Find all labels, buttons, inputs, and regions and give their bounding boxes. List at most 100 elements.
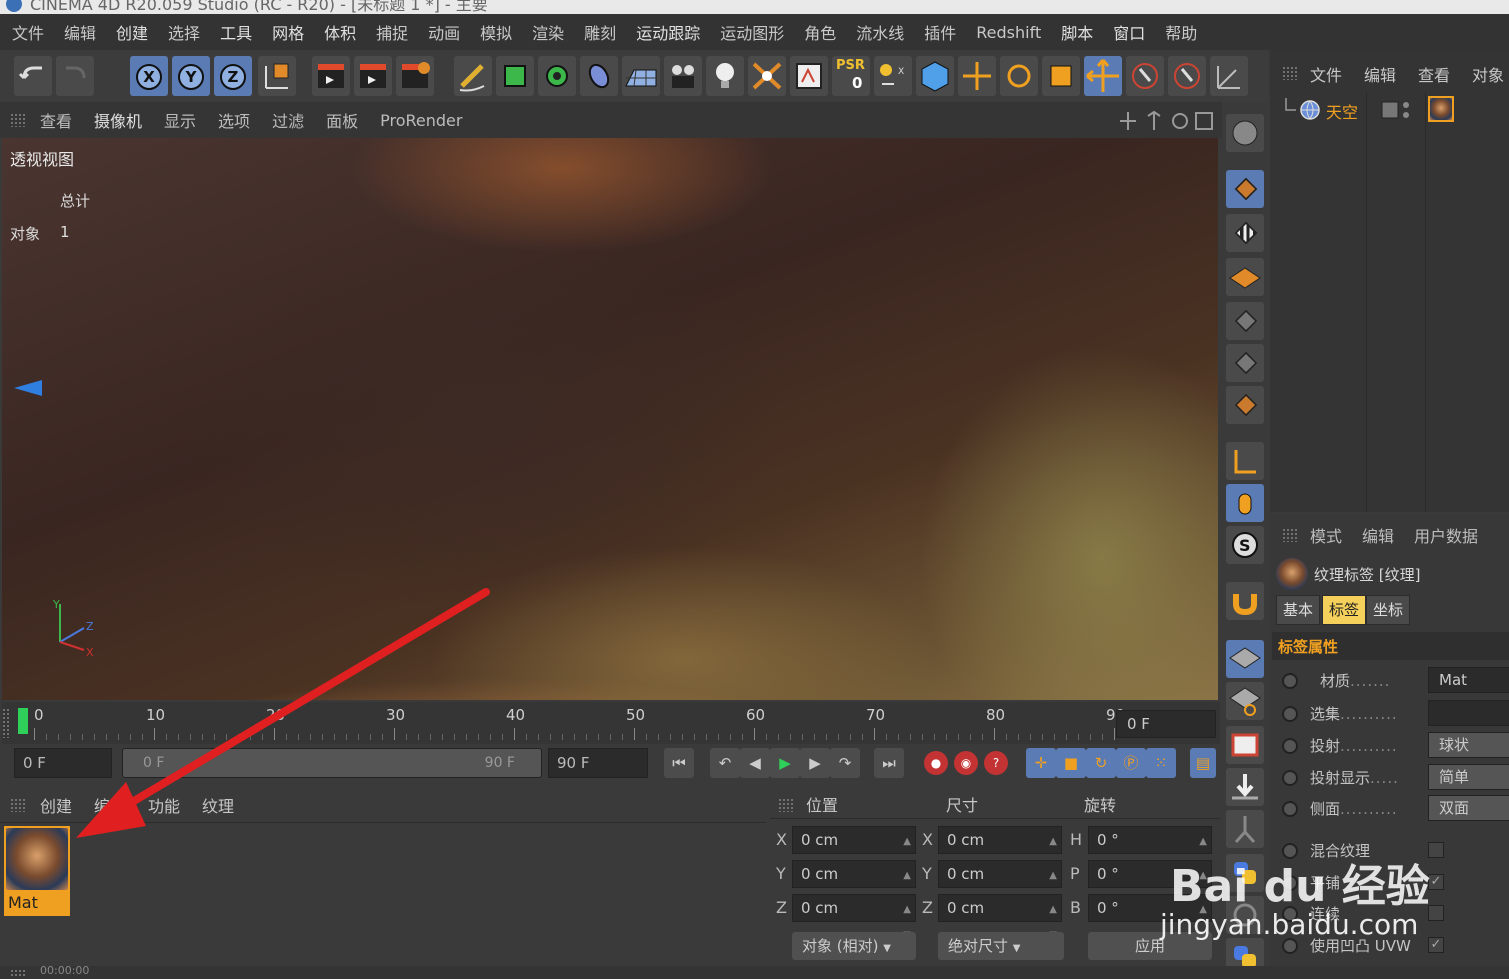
zoom-view-icon[interactable] bbox=[1147, 110, 1161, 130]
mat-menu-edit[interactable]: 编辑 bbox=[94, 793, 126, 817]
tile-checkbox[interactable]: ✓ bbox=[1428, 874, 1444, 890]
viewport[interactable] bbox=[2, 138, 1218, 700]
menu-redshift[interactable]: Redshift bbox=[976, 23, 1041, 42]
visibility-toggle-icon[interactable] bbox=[1380, 98, 1420, 122]
object-row-sky[interactable] bbox=[1280, 96, 1509, 122]
menu-select[interactable]: 选择 bbox=[168, 20, 200, 44]
projection-display-dropdown[interactable]: 简单 bbox=[1428, 764, 1509, 790]
render-view-button[interactable] bbox=[312, 56, 350, 96]
display-cube-button[interactable] bbox=[916, 56, 954, 96]
menu-mograph[interactable]: 运动图形 bbox=[720, 20, 784, 44]
viewport-menu-camera[interactable]: 摄像机 bbox=[94, 108, 142, 132]
cloner-button[interactable] bbox=[538, 56, 576, 96]
material-thumbnail[interactable] bbox=[6, 828, 68, 890]
menu-script[interactable]: 脚本 bbox=[1061, 20, 1093, 44]
previous-key-button[interactable]: ↶ bbox=[710, 748, 740, 778]
range-slider[interactable]: 0 F 90 F bbox=[122, 748, 542, 778]
rotate-tool-button[interactable] bbox=[1000, 56, 1038, 96]
tweak-mode-button[interactable] bbox=[1226, 484, 1264, 522]
axis-x-button[interactable]: X bbox=[130, 56, 168, 96]
snap-button[interactable]: X bbox=[874, 56, 912, 96]
size-z-field[interactable]: 0 cm▲▼ bbox=[938, 894, 1062, 941]
menu-motion-tracking[interactable]: 运动跟踪 bbox=[636, 20, 700, 44]
end-frame-field[interactable]: 90 F bbox=[548, 748, 648, 778]
viewport-grip-icon[interactable] bbox=[10, 113, 26, 127]
play-button[interactable]: ▶ bbox=[770, 748, 800, 778]
attr-menu-mode[interactable]: 模式 bbox=[1310, 523, 1342, 547]
object-menu-view[interactable]: 查看 bbox=[1418, 62, 1450, 86]
camera-button[interactable] bbox=[664, 56, 702, 96]
menu-animate[interactable]: 动画 bbox=[428, 20, 460, 44]
coord-mode-dropdown[interactable]: 对象 (相对) ▼ bbox=[792, 932, 916, 960]
render-picture-viewer-button[interactable] bbox=[354, 56, 392, 96]
menu-volume[interactable]: 体积 bbox=[324, 20, 356, 44]
use-bump-uvw-checkbox[interactable]: ✓ bbox=[1428, 937, 1444, 953]
menu-file[interactable]: 文件 bbox=[12, 20, 44, 44]
tab-tag[interactable]: 标签 bbox=[1322, 595, 1367, 625]
viewport-menu-panel[interactable]: 面板 bbox=[326, 108, 358, 132]
psr-button[interactable]: PSR 0 bbox=[832, 56, 870, 96]
timeline-ruler[interactable]: 0102030405060708090 bbox=[16, 706, 1125, 742]
drop-to-floor-button[interactable] bbox=[1226, 768, 1264, 806]
start-frame-field[interactable]: 0 F bbox=[14, 748, 112, 778]
selection-field[interactable] bbox=[1428, 700, 1509, 726]
coordinate-manager-grip-icon[interactable] bbox=[778, 798, 794, 812]
object-name[interactable]: 天空 bbox=[1326, 99, 1358, 123]
menu-plugins[interactable]: 插件 bbox=[924, 20, 956, 44]
auto-key-button[interactable]: ◉ bbox=[954, 751, 978, 775]
render-settings-button[interactable] bbox=[396, 56, 434, 96]
key-parameter-button[interactable]: Ⓟ bbox=[1116, 748, 1146, 778]
menu-create[interactable]: 创建 bbox=[116, 20, 148, 44]
projection-dropdown[interactable]: 球状 bbox=[1428, 732, 1509, 758]
viewport-menu-display[interactable]: 显示 bbox=[164, 108, 196, 132]
menu-edit[interactable]: 编辑 bbox=[64, 20, 96, 44]
key-position-button[interactable]: ✛ bbox=[1026, 748, 1056, 778]
go-to-start-button[interactable]: ⏮ bbox=[664, 748, 694, 778]
move-tool-button[interactable] bbox=[958, 56, 996, 96]
tab-basic[interactable]: 基本 bbox=[1276, 595, 1321, 625]
menu-mesh[interactable]: 网格 bbox=[272, 20, 304, 44]
record-button[interactable]: ● bbox=[924, 751, 948, 775]
viewport-menu-options[interactable]: 选项 bbox=[218, 108, 250, 132]
size-y-field[interactable]: 0 cm▲▼ bbox=[938, 860, 1062, 907]
timeline-grip-icon[interactable] bbox=[2, 708, 10, 738]
pos-z-field[interactable]: 0 cm▲▼ bbox=[792, 894, 916, 941]
attr-menu-user-data[interactable]: 用户数据 bbox=[1414, 523, 1478, 547]
timeline-menu-button[interactable]: ▤ bbox=[1190, 748, 1216, 778]
next-frame-button[interactable]: ▶ bbox=[800, 748, 830, 778]
live-select-button[interactable] bbox=[1126, 56, 1164, 96]
grid-rotate-button[interactable] bbox=[1226, 682, 1264, 720]
solo-mode-button[interactable]: S bbox=[1226, 526, 1264, 564]
go-to-end-button[interactable]: ⏭ bbox=[874, 748, 904, 778]
pos-x-field[interactable]: 0 cm▲▼ bbox=[792, 826, 916, 873]
move-view-icon[interactable] bbox=[1120, 112, 1136, 130]
object-menu-objects[interactable]: 对象 bbox=[1472, 62, 1504, 86]
menu-help[interactable]: 帮助 bbox=[1165, 20, 1197, 44]
mat-menu-create[interactable]: 创建 bbox=[40, 793, 72, 817]
viewport-menu-filter[interactable]: 过滤 bbox=[272, 108, 304, 132]
key-rotation-button[interactable]: ↻ bbox=[1086, 748, 1116, 778]
animate-radio[interactable] bbox=[1282, 673, 1298, 689]
material-name[interactable]: Mat bbox=[8, 893, 38, 912]
menu-snap[interactable]: 捕捉 bbox=[376, 20, 408, 44]
axis-z-button[interactable]: Z bbox=[214, 56, 252, 96]
menu-tools[interactable]: 工具 bbox=[220, 20, 252, 44]
animate-radio[interactable] bbox=[1282, 706, 1298, 722]
rotate-view-icon[interactable] bbox=[1172, 113, 1188, 129]
select-tool-button[interactable] bbox=[1168, 56, 1206, 96]
key-scale-button[interactable]: ■ bbox=[1056, 748, 1086, 778]
axis-mode-button[interactable] bbox=[1226, 442, 1264, 480]
viewport-menu-view[interactable]: 查看 bbox=[40, 108, 72, 132]
point-mode-button[interactable] bbox=[1226, 302, 1264, 340]
size-mode-dropdown[interactable]: 绝对尺寸 ▼ bbox=[938, 932, 1064, 960]
workplane-mode-button[interactable] bbox=[1226, 258, 1264, 296]
size-x-field[interactable]: 0 cm▲▼ bbox=[938, 826, 1062, 873]
scale-tool-button[interactable] bbox=[1042, 56, 1080, 96]
playhead[interactable] bbox=[18, 708, 28, 734]
edge-mode-button[interactable] bbox=[1226, 344, 1264, 382]
redo-button[interactable] bbox=[56, 56, 94, 96]
move-active-button[interactable] bbox=[1084, 56, 1122, 96]
attr-menu-edit[interactable]: 编辑 bbox=[1362, 523, 1394, 547]
scene-button[interactable] bbox=[748, 56, 786, 96]
next-key-button[interactable]: ↷ bbox=[830, 748, 860, 778]
